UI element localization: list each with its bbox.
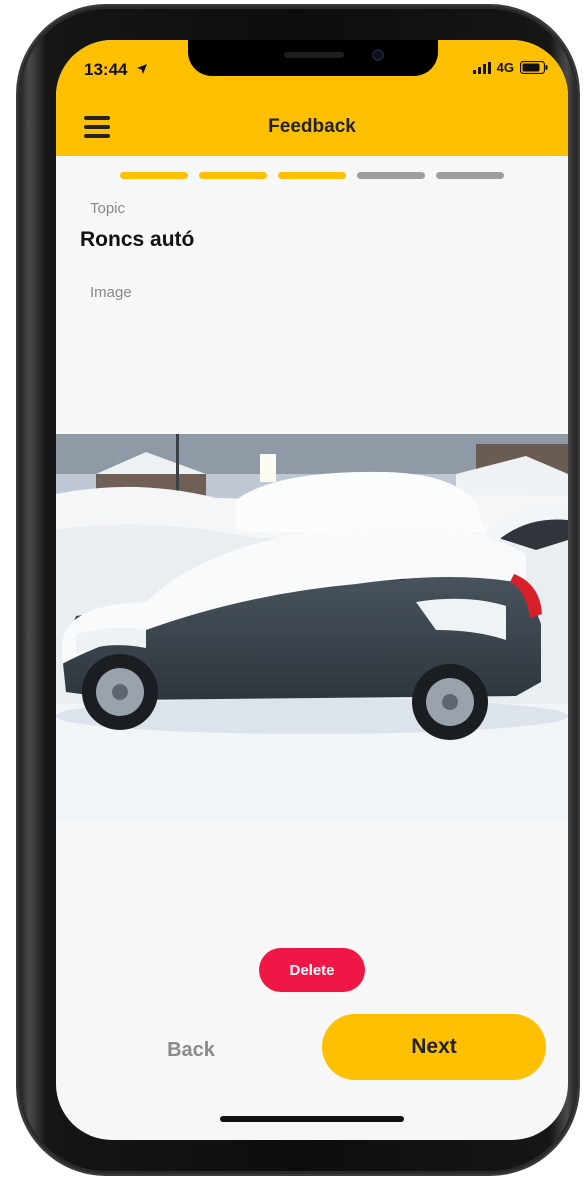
progress-step-4 — [357, 172, 425, 179]
back-button[interactable]: Back — [126, 1030, 256, 1070]
signal-bars-icon — [472, 61, 491, 74]
status-time-text: 13:44 — [84, 60, 128, 79]
page-title: Feedback — [268, 116, 356, 137]
next-button[interactable]: Next — [322, 1014, 546, 1080]
battery-icon — [520, 61, 548, 74]
step-progress-indicator — [120, 172, 504, 179]
front-camera — [372, 49, 384, 61]
status-bar: 13:44 4G — [56, 40, 568, 100]
progress-step-3 — [278, 172, 346, 179]
status-time: 13:44 — [84, 60, 148, 80]
status-indicators: 4G — [472, 60, 548, 75]
progress-step-5 — [436, 172, 504, 179]
progress-step-2 — [199, 172, 267, 179]
image-label: Image — [90, 284, 132, 301]
location-arrow-icon — [137, 64, 148, 74]
app-screen: 13:44 4G Feedback Topic Roncs autó Image… — [56, 40, 568, 1140]
delete-button[interactable]: Delete — [259, 948, 365, 992]
app-header: Feedback — [56, 100, 568, 156]
topic-label: Topic — [90, 200, 126, 217]
speaker-grille — [284, 52, 344, 58]
home-indicator[interactable] — [220, 1116, 404, 1122]
topic-value: Roncs autó — [80, 228, 195, 251]
notch — [188, 40, 438, 76]
network-type: 4G — [496, 60, 514, 75]
uploaded-car-photo — [56, 434, 568, 820]
progress-step-1 — [120, 172, 188, 179]
